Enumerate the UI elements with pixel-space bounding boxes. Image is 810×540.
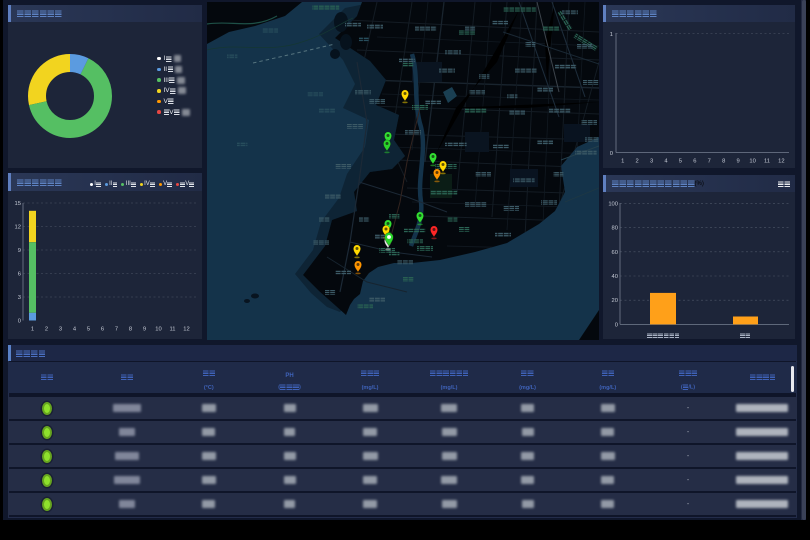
svg-text:12: 12	[183, 327, 189, 333]
svg-text:4: 4	[73, 327, 77, 333]
svg-text:80: 80	[612, 226, 618, 232]
svg-text:8: 8	[129, 327, 132, 333]
svg-text:6: 6	[18, 272, 21, 278]
svg-text:4: 4	[664, 159, 668, 165]
svg-text:15: 15	[15, 201, 21, 207]
svg-text:3: 3	[650, 159, 653, 165]
svg-text:12: 12	[778, 159, 784, 165]
svg-text:7: 7	[115, 327, 118, 333]
svg-text:7: 7	[708, 159, 711, 165]
svg-text:6: 6	[101, 327, 104, 333]
svg-text:2: 2	[635, 159, 638, 165]
svg-text:9: 9	[736, 159, 739, 165]
svg-text:8: 8	[722, 159, 725, 165]
svg-text:60: 60	[612, 250, 618, 256]
svg-text:1: 1	[610, 32, 613, 38]
svg-text:3: 3	[18, 295, 21, 301]
svg-text:20: 20	[612, 298, 618, 304]
svg-text:2: 2	[45, 327, 48, 333]
svg-text:6: 6	[693, 159, 696, 165]
svg-text:0: 0	[615, 322, 618, 328]
svg-text:1: 1	[621, 159, 624, 165]
svg-text:1: 1	[31, 327, 34, 333]
svg-text:10: 10	[749, 159, 755, 165]
svg-text:0: 0	[18, 319, 21, 325]
svg-text:9: 9	[18, 248, 21, 254]
svg-text:40: 40	[612, 274, 618, 280]
svg-text:100: 100	[608, 201, 618, 207]
svg-text:11: 11	[764, 159, 770, 165]
svg-text:9: 9	[143, 327, 146, 333]
svg-text:3: 3	[59, 327, 62, 333]
svg-text:5: 5	[679, 159, 682, 165]
svg-text:12: 12	[15, 225, 21, 231]
svg-text:0: 0	[610, 151, 613, 157]
svg-text:10: 10	[155, 327, 161, 333]
svg-text:11: 11	[169, 327, 175, 333]
svg-text:5: 5	[87, 327, 90, 333]
